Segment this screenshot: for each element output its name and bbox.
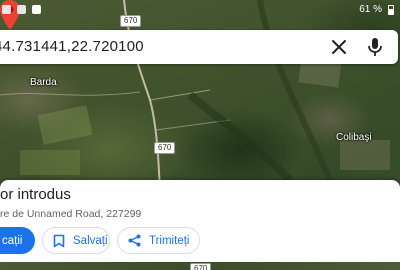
road-number-badge: 670: [154, 142, 176, 154]
directions-label: cații: [2, 234, 23, 247]
share-label: Trimiteți: [149, 234, 190, 247]
notification-icon: [17, 5, 26, 14]
status-icons-left: [2, 5, 41, 14]
place-title: or introdus: [0, 186, 71, 203]
search-input[interactable]: 44.731441,22.720100: [0, 38, 144, 55]
save-button[interactable]: Salvați: [42, 227, 110, 254]
place-address: re de Unnamed Road, 227299: [0, 208, 142, 220]
place-sheet[interactable]: or introdus re de Unnamed Road, 227299 c…: [0, 180, 400, 270]
microphone-icon[interactable]: [366, 37, 384, 57]
save-label: Salvați: [73, 234, 108, 247]
road-number-badge: 670: [190, 263, 212, 270]
action-buttons: cații Salvați Trimiteți: [0, 227, 400, 255]
map-label-barda: Barda: [30, 77, 57, 88]
facebook-icon: [32, 5, 41, 14]
directions-button[interactable]: cații: [0, 227, 35, 254]
status-icons-right: 61 %: [359, 4, 394, 15]
battery-icon: [388, 4, 394, 15]
share-icon: [128, 234, 141, 247]
status-bar: 61 %: [0, 0, 400, 20]
search-bar[interactable]: 44.731441,22.720100: [0, 30, 398, 64]
sim-icon: [2, 5, 11, 14]
battery-percentage: 61 %: [359, 4, 382, 15]
bookmark-icon: [53, 234, 65, 247]
close-icon[interactable]: [330, 38, 348, 56]
share-button[interactable]: Trimiteți: [117, 227, 200, 254]
map-label-colibasi: Colibaşi: [336, 132, 372, 143]
